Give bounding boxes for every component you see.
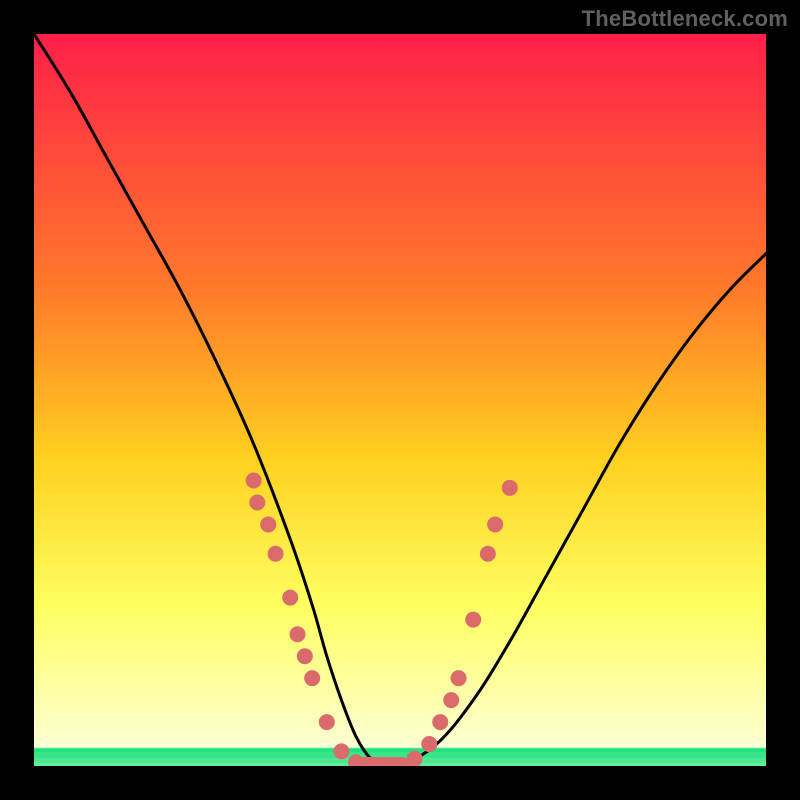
data-point — [304, 670, 320, 686]
chart-frame: TheBottleneck.com — [0, 0, 800, 800]
data-point — [319, 714, 335, 730]
data-point — [487, 516, 503, 532]
data-point — [333, 743, 349, 759]
data-point — [290, 626, 306, 642]
data-point — [465, 612, 481, 628]
data-point — [432, 714, 448, 730]
data-point — [502, 480, 518, 496]
data-point — [268, 546, 284, 562]
data-point — [451, 670, 467, 686]
data-point — [282, 590, 298, 606]
data-point — [260, 516, 276, 532]
floor-pill — [352, 757, 411, 766]
data-point — [421, 736, 437, 752]
data-point — [249, 494, 265, 510]
plot-area — [34, 34, 766, 766]
data-point — [443, 692, 459, 708]
gradient-background — [34, 34, 766, 766]
data-point — [297, 648, 313, 664]
data-point — [246, 473, 262, 489]
chart-svg — [34, 34, 766, 766]
watermark-text: TheBottleneck.com — [582, 6, 788, 32]
data-point — [480, 546, 496, 562]
